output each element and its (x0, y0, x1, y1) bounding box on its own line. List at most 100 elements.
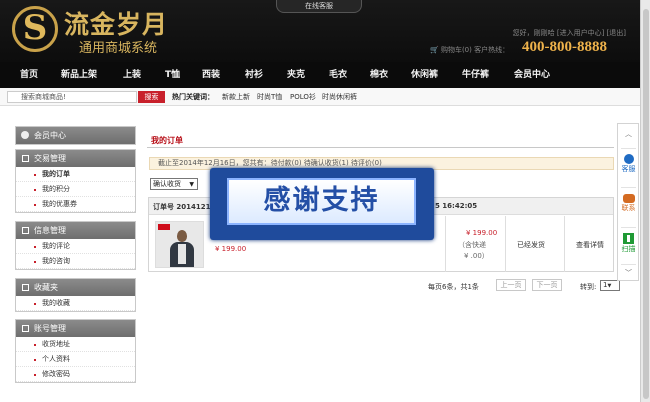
nav-tshirts[interactable]: T恤 (165, 62, 180, 88)
page-title: 我的订单 (151, 136, 183, 145)
sidebar-item-my-coupons[interactable]: 我的优惠券 (16, 197, 135, 212)
page-scrollbar[interactable] (640, 0, 650, 402)
member-center-heading[interactable]: 会员中心 (16, 127, 135, 144)
chevron-up-icon[interactable]: ︿ (618, 129, 639, 139)
float-label: 扫描 (621, 245, 636, 253)
float-scan[interactable]: 扫描 (618, 233, 639, 254)
hot-keywords-label: 热门关键词： (172, 93, 214, 101)
sidebar-item-my-points[interactable]: 我的积分 (16, 182, 135, 197)
member-center-label: 会员中心 (34, 131, 66, 140)
sidebar-section-trade: 交易管理 我的订单 我的积分 我的优惠券 (15, 149, 136, 213)
column-divider (564, 216, 565, 272)
float-separator (621, 187, 636, 188)
next-page-button[interactable]: 下一页 (532, 279, 562, 291)
scroll-thumb[interactable] (643, 9, 649, 399)
pagination-summary: 每页6条，共1条 (428, 283, 479, 291)
section-square-icon (22, 155, 29, 162)
order-filter-select[interactable]: 确认收货 ▼ (150, 178, 198, 190)
view-details-link[interactable]: 查看详情 (576, 240, 604, 250)
section-square-icon (22, 227, 29, 234)
sidebar-item-label: 收货地址 (42, 340, 70, 348)
sidebar-section-heading: 账号管理 (16, 320, 135, 337)
sidebar-item-my-consultations[interactable]: 我的咨询 (16, 254, 135, 269)
product-price: ¥ 199.00 (215, 245, 247, 253)
order-number: 订单号 2014121 (153, 203, 211, 211)
sidebar-section-favorites: 收藏夹 我的收藏 (15, 278, 136, 312)
sidebar-item-my-comments[interactable]: 我的评论 (16, 239, 135, 254)
user-links[interactable]: 您好，刚刚哈 [进入用户中心] [退出] (513, 28, 626, 38)
floating-service-bar: ︿ 客服 联系 扫描 ﹀ (617, 123, 639, 281)
sidebar-item-label: 我的收藏 (42, 299, 70, 307)
hotline-label: 客户热线： (474, 46, 510, 54)
bullet-icon (34, 189, 36, 191)
column-divider (505, 216, 506, 272)
nav-jackets[interactable]: 夹克 (287, 62, 305, 88)
nav-cotton-coats[interactable]: 棉衣 (370, 62, 388, 88)
sidebar-section-account: 账号管理 收货地址 个人资料 修改密码 (15, 319, 136, 383)
hot-keyword[interactable]: POLO衫 (290, 91, 316, 103)
thanks-support-overlay[interactable]: 感谢支持 (210, 168, 434, 240)
nav-new-arrivals[interactable]: 新品上架 (61, 62, 97, 88)
sidebar-section-info: 信息管理 我的评论 我的咨询 (15, 221, 136, 270)
nav-jeans[interactable]: 牛仔裤 (462, 62, 489, 88)
nav-member-center[interactable]: 会员中心 (514, 62, 550, 88)
float-contact[interactable]: 联系 (618, 194, 639, 213)
nav-suits[interactable]: 西装 (202, 62, 220, 88)
sidebar-item-my-favorites[interactable]: 我的收藏 (16, 296, 135, 311)
logo-title[interactable]: 流金岁月 (64, 5, 168, 41)
hot-keyword[interactable]: 时尚T恤 (257, 91, 282, 103)
nav-sweaters[interactable]: 毛衣 (329, 62, 347, 88)
chevron-down-icon: ▼ (189, 181, 194, 188)
float-label: 客服 (621, 165, 636, 173)
nav-home[interactable]: 首页 (20, 62, 38, 88)
sidebar-item-label: 我的积分 (42, 185, 70, 193)
section-square-icon (22, 284, 29, 291)
hot-keyword[interactable]: 新款上新 (222, 91, 250, 103)
nav-casual-pants[interactable]: 休闲裤 (411, 62, 438, 88)
chat-icon (622, 194, 635, 203)
search-input[interactable]: 搜索商城商品! (7, 91, 137, 103)
section-title: 账号管理 (34, 324, 66, 333)
product-image[interactable] (155, 221, 204, 268)
thanks-support-text: 感谢支持 (227, 178, 416, 225)
section-title: 信息管理 (34, 226, 66, 235)
shipping-fee: ¥ .00） (464, 252, 489, 260)
site-header: S 流金岁月 通用商城系统 在线客服 您好，刚刚哈 [进入用户中心] [退出] … (0, 0, 640, 62)
member-center-box: 会员中心 (15, 126, 136, 145)
nav-shirts[interactable]: 衬衫 (245, 62, 263, 88)
sidebar-item-change-password[interactable]: 修改密码 (16, 367, 135, 382)
section-title: 交易管理 (34, 154, 66, 163)
previous-page-button[interactable]: 上一页 (496, 279, 526, 291)
float-customer-service[interactable]: 客服 (618, 154, 639, 174)
float-label: 联系 (621, 204, 636, 212)
sidebar-section-heading: 收藏夹 (16, 279, 135, 296)
hot-keyword[interactable]: 时尚休闲裤 (322, 91, 357, 103)
cart-label: 购物车(0) (440, 46, 472, 54)
bullet-icon (34, 246, 36, 248)
column-divider (445, 216, 446, 272)
float-separator (621, 227, 636, 228)
sidebar-item-label: 我的评论 (42, 242, 70, 250)
nav-tops[interactable]: 上装 (123, 62, 141, 88)
bullet-icon (34, 204, 36, 206)
user-icon (21, 131, 29, 139)
hotline-number: 400-800-8888 (522, 39, 607, 55)
brand-badge-icon (158, 224, 170, 230)
qr-code-icon (623, 233, 634, 244)
logo-mark[interactable]: S (12, 6, 58, 52)
cart-hotline[interactable]: 🛒 购物车(0) 客户热线： (430, 45, 509, 55)
search-bar: 搜索商城商品! 搜索 热门关键词： 新款上新 时尚T恤 POLO衫 时尚休闲裤 (0, 88, 640, 106)
section-title: 收藏夹 (34, 283, 58, 292)
chevron-down-icon[interactable]: ﹀ (618, 268, 639, 278)
search-button[interactable]: 搜索 (138, 91, 165, 103)
model-head-icon (177, 230, 187, 242)
bullet-icon (34, 261, 36, 263)
sidebar-section-heading: 信息管理 (16, 222, 135, 239)
sidebar-item-shipping-address[interactable]: 收货地址 (16, 337, 135, 352)
bullet-icon (34, 359, 36, 361)
page-select[interactable]: 1▼ (600, 280, 620, 291)
online-service-tab[interactable]: 在线客服 (276, 0, 362, 13)
sidebar-item-my-orders[interactable]: 我的订单 (16, 167, 135, 182)
sidebar-section-heading: 交易管理 (16, 150, 135, 167)
sidebar-item-profile[interactable]: 个人资料 (16, 352, 135, 367)
